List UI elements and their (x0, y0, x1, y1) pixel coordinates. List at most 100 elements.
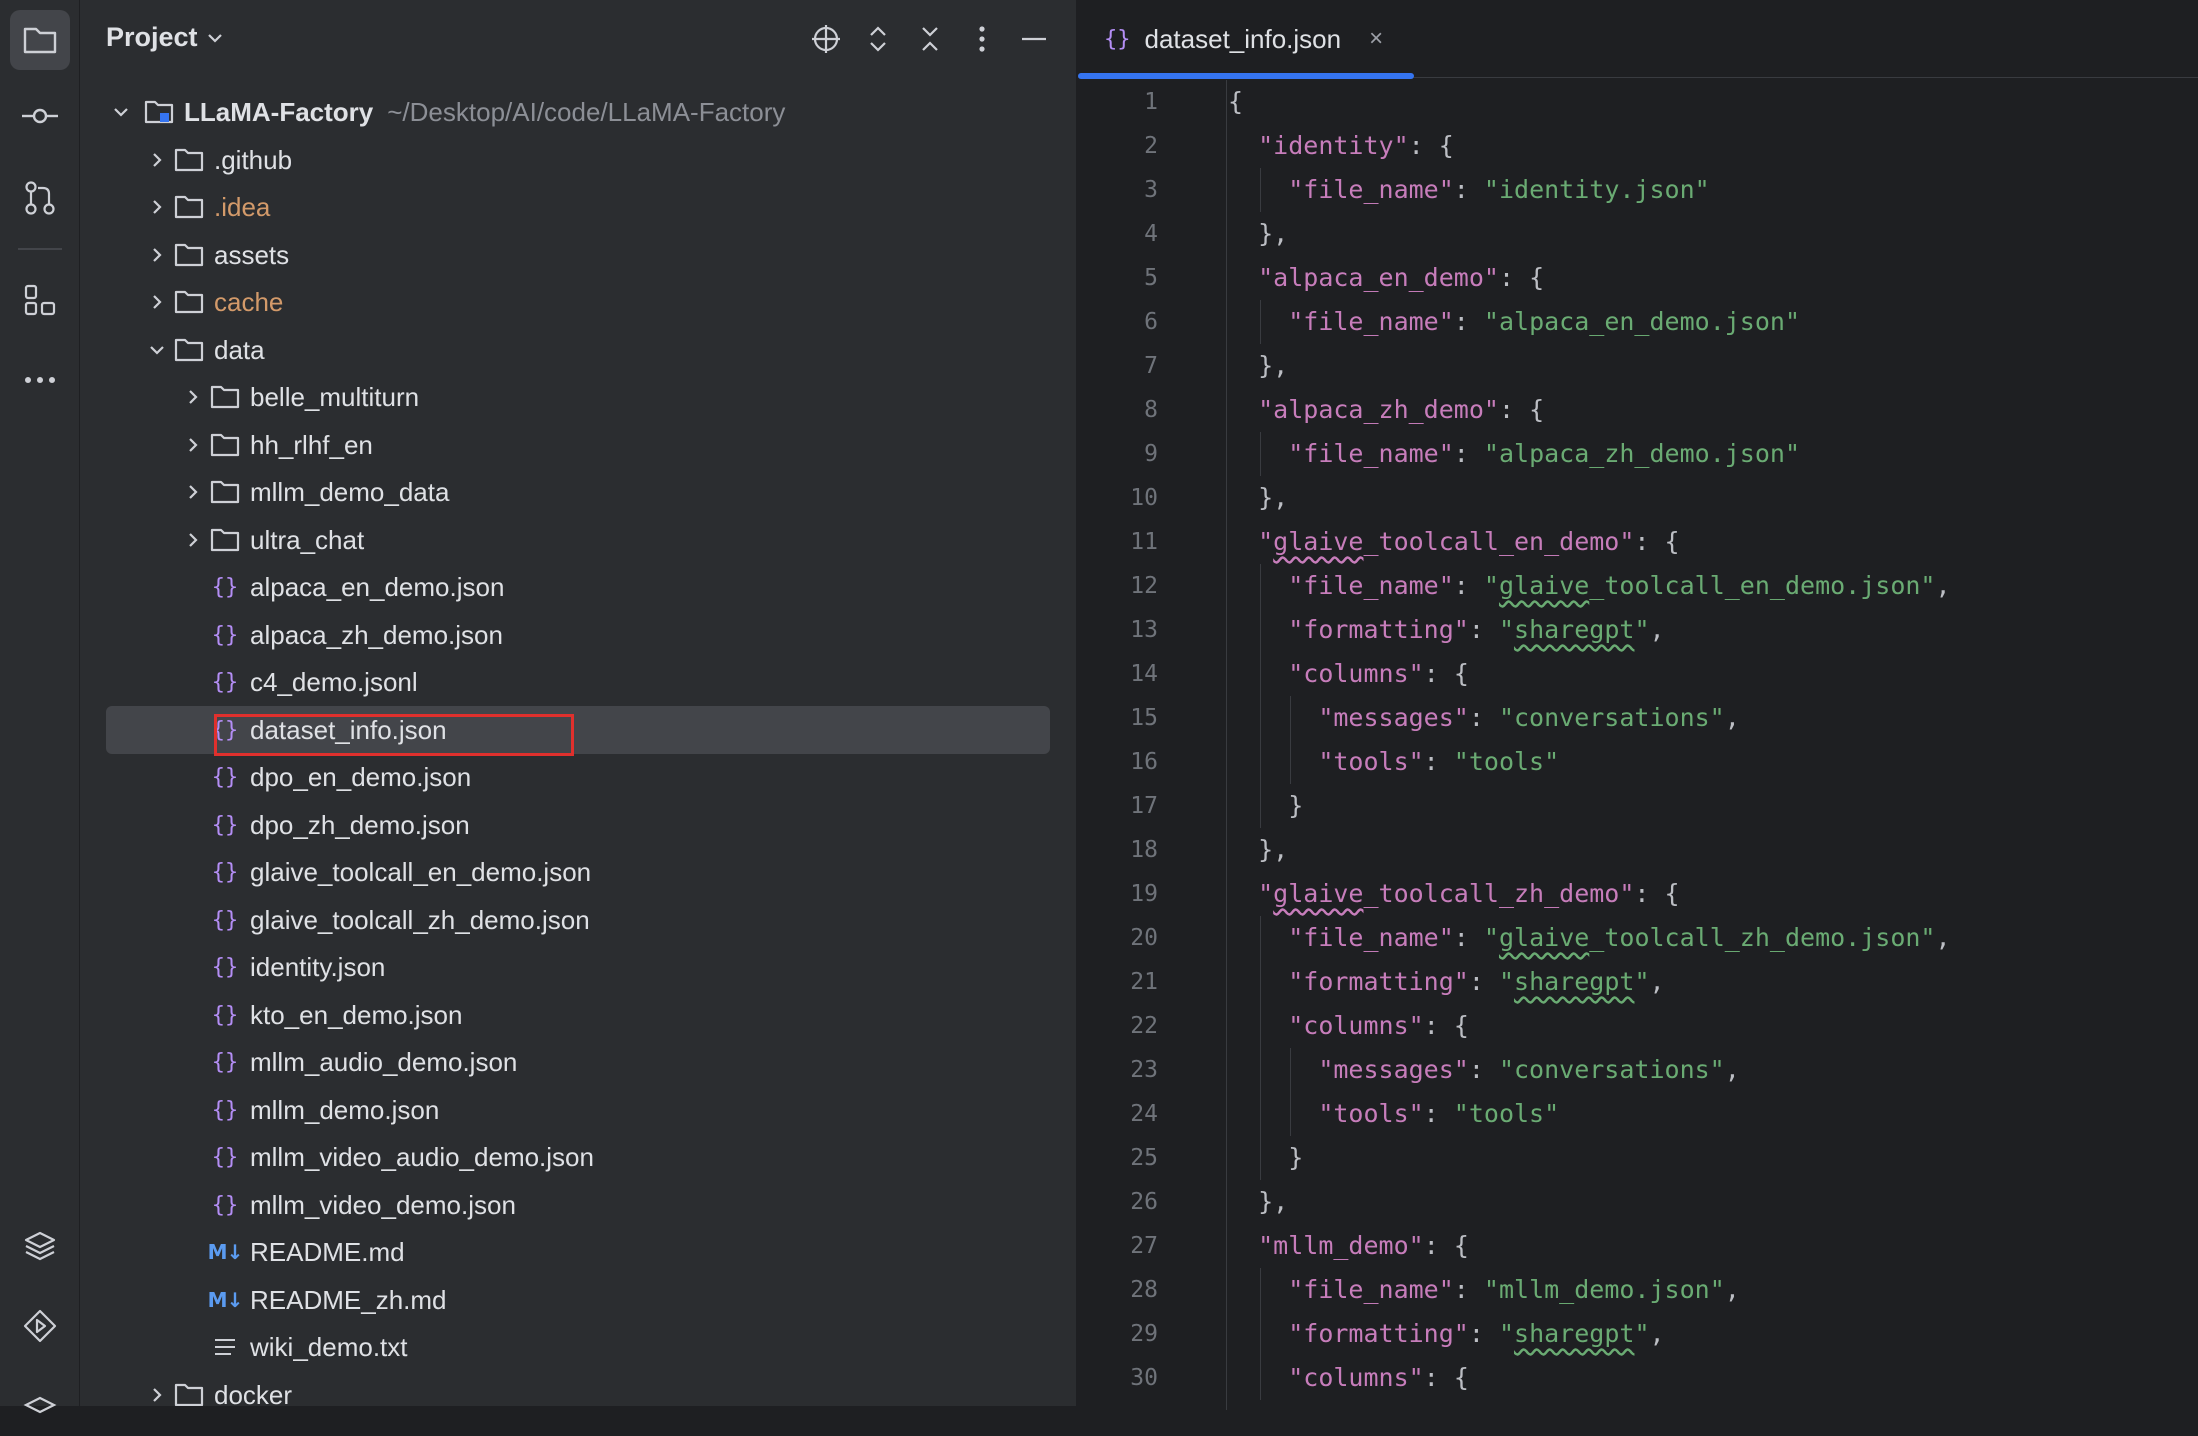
line-number: 14 (1130, 661, 1158, 687)
chevron-right-icon[interactable] (178, 525, 208, 555)
tree-folder-item[interactable]: .idea (106, 183, 1050, 231)
tree-file-item[interactable]: {} mllm_audio_demo.json (106, 1038, 1050, 1086)
tree-item-label: ultra_chat (250, 524, 365, 555)
tree-root[interactable]: LLaMA-Factory ~/Desktop/AI/code/LLaMA-Fa… (106, 88, 1050, 136)
indent-guide (1290, 1048, 1291, 1092)
layers-icon[interactable] (10, 1216, 70, 1276)
tree-folder-item[interactable]: cache (106, 278, 1050, 326)
code-line: "formatting": "sharegpt", (1228, 608, 2188, 652)
tree-folder-item[interactable]: data (106, 326, 1050, 374)
line-number: 12 (1130, 573, 1158, 599)
chevron-right-icon[interactable] (142, 1380, 172, 1406)
project-folder-icon[interactable] (10, 10, 70, 70)
close-icon[interactable]: × (1369, 25, 1383, 53)
chevron-down-icon[interactable] (106, 97, 136, 127)
project-title: Project (106, 22, 198, 52)
chevron-right-icon[interactable] (142, 192, 172, 222)
tree-folder-item[interactable]: assets (106, 231, 1050, 279)
folder-icon (208, 523, 242, 557)
code-line: }, (1258, 219, 1289, 248)
indent-guide (1260, 1356, 1261, 1400)
tree-file-item[interactable]: {} c4_demo.jsonl (106, 658, 1050, 706)
chevron-right-icon[interactable] (142, 145, 172, 175)
structure-icon[interactable] (10, 270, 70, 330)
chevron-right-icon[interactable] (178, 477, 208, 507)
code-area[interactable]: { "identity": { "file_name": "identity.j… (1228, 80, 2188, 1400)
line-number: 23 (1130, 1057, 1158, 1083)
tree-folder-item[interactable]: docker (106, 1371, 1050, 1406)
indent-guide (1260, 784, 1261, 828)
folder-icon (172, 1378, 206, 1406)
chevron-right-icon[interactable] (178, 382, 208, 412)
code-line: "file_name": "mllm_demo.json", (1228, 1268, 2188, 1312)
chevron-down-icon[interactable] (142, 335, 172, 365)
tree-folder-item[interactable]: ultra_chat (106, 516, 1050, 564)
tree-file-item[interactable]: {} alpaca_en_demo.json (106, 563, 1050, 611)
json-file-icon: {} (211, 764, 239, 790)
tree-file-item[interactable]: {} mllm_video_demo.json (106, 1181, 1050, 1229)
minimize-icon[interactable] (1014, 20, 1054, 58)
locate-file-icon[interactable] (806, 20, 846, 58)
json-file-icon: {} (211, 574, 239, 600)
services-run-icon[interactable] (10, 1296, 70, 1356)
tree-file-item[interactable]: {} dpo_zh_demo.json (106, 801, 1050, 849)
indent-guide (1260, 1312, 1261, 1356)
tree-file-item[interactable]: {} glaive_toolcall_zh_demo.json (106, 896, 1050, 944)
tree-file-item[interactable]: {} dataset_info.json (106, 706, 1050, 754)
indent-guide (1260, 960, 1261, 1004)
code-line: "formatting": "sharegpt", (1228, 1312, 2188, 1356)
markdown-file-icon: M↓ (207, 1288, 244, 1312)
tree-file-item[interactable]: M↓ README_zh.md (106, 1276, 1050, 1324)
line-number: 25 (1130, 1145, 1158, 1171)
tree-folder-item[interactable]: belle_multiturn (106, 373, 1050, 421)
code-line: "formatting": "sharegpt", (1228, 960, 2188, 1004)
tree-file-item[interactable]: {} mllm_demo.json (106, 1086, 1050, 1134)
tree-file-item[interactable]: {} dpo_en_demo.json (106, 753, 1050, 801)
tree-file-item[interactable]: wiki_demo.txt (106, 1323, 1050, 1371)
tree-item-label: README_zh.md (250, 1284, 447, 1315)
json-file-icon: {} (211, 954, 239, 980)
tab-dataset-info[interactable]: {} dataset_info.json × (1078, 0, 1414, 79)
tree-item-label: .idea (214, 191, 271, 222)
code-line: }, (1258, 1187, 1289, 1216)
code-line: "mllm_demo": { (1258, 1231, 1469, 1260)
commit-icon[interactable] (10, 86, 70, 146)
tree-file-item[interactable]: {} kto_en_demo.json (106, 991, 1050, 1039)
tree-file-item[interactable]: {} glaive_toolcall_en_demo.json (106, 848, 1050, 896)
tree-file-item[interactable]: M↓ README.md (106, 1228, 1050, 1276)
code-line: "glaive_toolcall_en_demo": { (1258, 527, 1680, 556)
tree-file-item[interactable]: {} alpaca_zh_demo.json (106, 611, 1050, 659)
expand-all-icon[interactable] (858, 20, 898, 58)
code-line: "identity": { (1258, 131, 1454, 160)
tree-folder-item[interactable]: .github (106, 136, 1050, 184)
code-line: "messages": "conversations", (1228, 1048, 2188, 1092)
chevron-right-icon[interactable] (178, 430, 208, 460)
folder-icon (208, 428, 242, 462)
project-view-selector[interactable]: Project (106, 22, 224, 53)
chevron-right-icon[interactable] (142, 240, 172, 270)
code-line: }, (1258, 483, 1289, 512)
tree-item-label: identity.json (250, 951, 386, 982)
bottom-layers-icon[interactable] (10, 1376, 70, 1436)
gutter-divider (1226, 80, 1227, 1410)
pull-requests-icon[interactable] (10, 168, 70, 228)
tree-folder-item[interactable]: mllm_demo_data (106, 468, 1050, 516)
tree-file-item[interactable]: {} mllm_video_audio_demo.json (106, 1133, 1050, 1181)
tree-folder-item[interactable]: hh_rlhf_en (106, 421, 1050, 469)
editor: {} dataset_info.json × 1 2 3 4 5 6 7 8 9 10 11 12 13… (1078, 0, 2198, 1410)
code-line: "alpaca_zh_demo": { (1258, 395, 1545, 424)
options-menu-icon[interactable] (962, 20, 1002, 58)
json-file-icon: {} (1104, 26, 1131, 52)
more-icon[interactable] (10, 350, 70, 410)
chevron-right-icon[interactable] (142, 287, 172, 317)
collapse-all-icon[interactable] (910, 20, 950, 58)
tree-file-item[interactable]: {} identity.json (106, 943, 1050, 991)
tree-item-label: assets (214, 239, 290, 270)
json-file-icon: {} (211, 1002, 239, 1028)
